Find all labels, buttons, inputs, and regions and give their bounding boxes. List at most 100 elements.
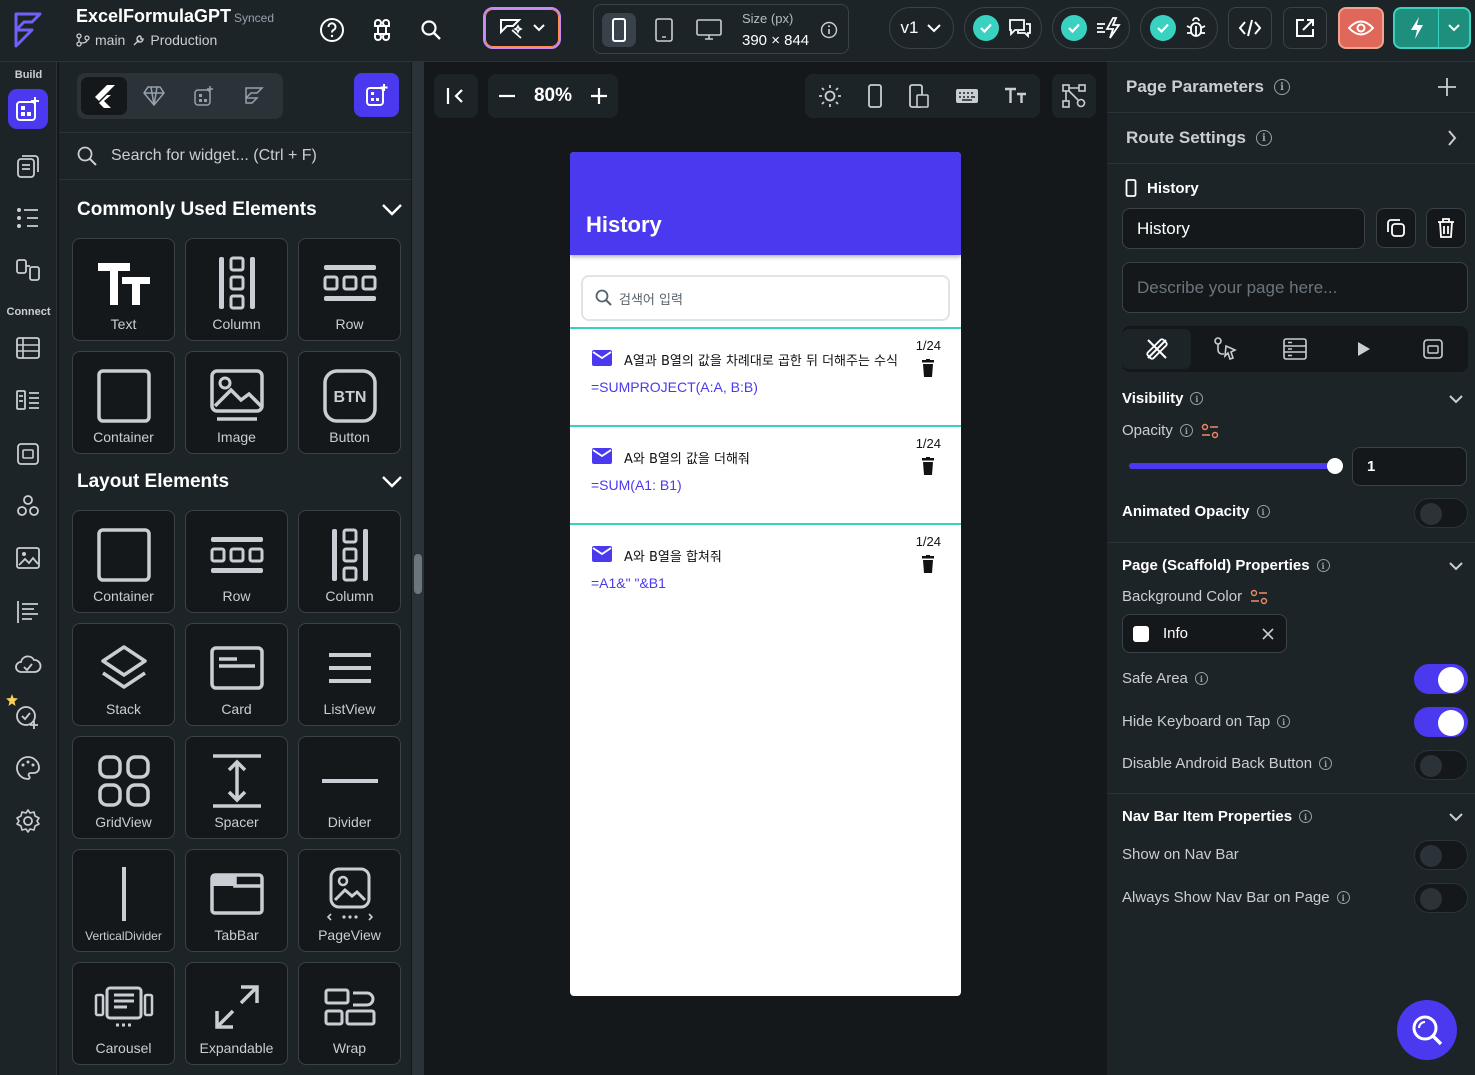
keyboard-icon[interactable] xyxy=(955,87,979,105)
storyboard-icon[interactable] xyxy=(8,250,48,290)
backend-query-tab-icon[interactable] xyxy=(1260,329,1329,369)
run-button[interactable] xyxy=(1393,7,1471,49)
duplicate-page-button[interactable] xyxy=(1376,208,1416,248)
widget-tile-stack[interactable]: Stack xyxy=(72,623,175,726)
clear-x-icon[interactable] xyxy=(1262,627,1274,640)
panel-scrollbar-thumb[interactable] xyxy=(414,554,422,594)
animated-opacity-toggle[interactable] xyxy=(1414,498,1468,528)
plus-icon[interactable] xyxy=(1437,77,1457,97)
phone-preview[interactable]: History 검색어 입력 A열과 B열의 값을 차례대로 곱한 뒤 더해주는… xyxy=(570,152,961,996)
animations-tab-icon[interactable] xyxy=(1330,329,1399,369)
widget-tile-button[interactable]: BTN Button xyxy=(298,351,401,454)
widget-tile-text[interactable]: Text xyxy=(72,238,175,341)
opacity-slider[interactable] xyxy=(1129,458,1343,474)
chevron-down-icon[interactable] xyxy=(1448,394,1464,404)
debug-status-button[interactable] xyxy=(1140,7,1218,49)
widget-search-input[interactable]: Search for widget... (Ctrl + F) xyxy=(59,132,411,180)
background-color-picker[interactable]: Info xyxy=(1122,614,1287,653)
route-settings-header[interactable]: Route Settings i xyxy=(1107,113,1475,164)
widget-tile-row[interactable]: Row xyxy=(298,238,401,341)
database-icon[interactable] xyxy=(8,328,48,368)
history-list-item[interactable]: A와 B열을 합쳐줘 =A1&" "&B1 1/24 xyxy=(570,523,961,611)
widget-palette-icon[interactable] xyxy=(8,89,48,129)
size-value[interactable]: 390 × 844 xyxy=(742,32,809,49)
chevron-down-icon[interactable] xyxy=(1448,812,1464,822)
opacity-slider-thumb[interactable] xyxy=(1327,458,1343,474)
opacity-value-input[interactable]: 1 xyxy=(1352,447,1467,486)
code-view-button[interactable] xyxy=(1228,7,1272,49)
page-state-tab-icon[interactable] xyxy=(1399,329,1468,369)
api-calls-icon[interactable] xyxy=(8,592,48,632)
widget-tile-container[interactable]: Container xyxy=(72,510,175,613)
add-widget-button[interactable] xyxy=(354,73,399,117)
settings-gear-icon[interactable] xyxy=(8,801,48,841)
zoom-in-icon[interactable] xyxy=(590,87,608,105)
always-nav-toggle[interactable] xyxy=(1414,883,1468,913)
disable-back-toggle[interactable] xyxy=(1414,750,1468,780)
page-name-input[interactable]: History xyxy=(1122,208,1365,249)
device-frame-icon[interactable] xyxy=(867,84,883,108)
widget-tile-wrap[interactable]: Wrap xyxy=(298,962,401,1065)
widget-tile-expandable[interactable]: Expandable xyxy=(185,962,288,1065)
show-nav-toggle[interactable] xyxy=(1414,840,1468,870)
layout-elements-header[interactable]: Layout Elements xyxy=(77,467,403,497)
widget-tile-column[interactable]: Column xyxy=(298,510,401,613)
ai-gen-button[interactable] xyxy=(483,7,561,49)
chat-status-button[interactable] xyxy=(964,7,1042,49)
chevron-down-icon[interactable] xyxy=(1439,9,1469,47)
history-list-item[interactable]: A열과 B열의 값을 차례대로 곱한 뒤 더해주는 수식 =SUMPROJECT(… xyxy=(570,327,961,415)
preview-button[interactable] xyxy=(1338,7,1384,49)
library-tab-icon[interactable] xyxy=(231,77,277,115)
widget-tile-pageview[interactable]: PageView xyxy=(298,849,401,952)
widget-tile-divider[interactable]: Divider xyxy=(298,736,401,839)
canvas-settings-button[interactable] xyxy=(1052,74,1096,118)
help-icon[interactable] xyxy=(316,14,348,46)
delete-trash-icon[interactable] xyxy=(921,555,935,573)
delete-page-button[interactable] xyxy=(1426,208,1466,248)
widget-tile-spacer[interactable]: Spacer xyxy=(185,736,288,839)
custom-code-icon[interactable] xyxy=(8,486,48,526)
version-selector[interactable]: v1 xyxy=(889,7,954,49)
widget-tile-tabbar[interactable]: TabBar xyxy=(185,849,288,952)
app-quality-icon[interactable] xyxy=(8,696,48,736)
media-assets-icon[interactable] xyxy=(8,538,48,578)
common-elements-header[interactable]: Commonly Used Elements xyxy=(77,195,403,225)
widget-tile-carousel[interactable]: Carousel xyxy=(72,962,175,1065)
desktop-mode-button[interactable] xyxy=(692,13,726,47)
history-search-input[interactable]: 검색어 입력 xyxy=(581,275,950,321)
page-description-input[interactable]: Describe your page here... xyxy=(1122,262,1468,313)
flutter-widgets-tab-icon[interactable] xyxy=(81,77,127,115)
widget-tile-container[interactable]: Container xyxy=(72,351,175,454)
light-mode-icon[interactable] xyxy=(818,84,842,108)
responsive-icon[interactable] xyxy=(908,84,930,108)
delete-trash-icon[interactable] xyxy=(921,359,935,377)
open-external-button[interactable] xyxy=(1283,7,1327,49)
chevron-down-icon[interactable] xyxy=(1448,561,1464,571)
pages-icon[interactable] xyxy=(8,146,48,186)
widget-tile-row[interactable]: Row xyxy=(185,510,288,613)
cloud-functions-icon[interactable] xyxy=(8,644,48,684)
widget-tile-image[interactable]: Image xyxy=(185,351,288,454)
components-tab-icon[interactable] xyxy=(181,77,227,115)
gem-tab-icon[interactable] xyxy=(131,77,177,115)
hide-keyboard-toggle[interactable] xyxy=(1414,707,1468,737)
search-icon[interactable] xyxy=(415,14,447,46)
text-scale-icon[interactable] xyxy=(1004,86,1028,106)
collapse-panel-button[interactable] xyxy=(434,74,478,118)
data-types-icon[interactable] xyxy=(8,380,48,420)
safe-area-toggle[interactable] xyxy=(1414,664,1468,694)
zoom-value[interactable]: 80% xyxy=(525,85,581,107)
command-icon[interactable] xyxy=(366,14,398,46)
actions-tab-icon[interactable] xyxy=(1191,329,1260,369)
history-list-item[interactable]: A와 B열의 값을 더해줘 =SUM(A1: B1) 1/24 xyxy=(570,425,961,513)
properties-tab-icon[interactable] xyxy=(1122,329,1192,369)
widget-tile-verticaldivider[interactable]: VerticalDivider xyxy=(72,849,175,952)
action-status-button[interactable] xyxy=(1052,7,1130,49)
widget-tree-icon[interactable] xyxy=(8,198,48,238)
widget-tile-card[interactable]: Card xyxy=(185,623,288,726)
variable-icon[interactable] xyxy=(1250,589,1268,605)
zoom-out-icon[interactable] xyxy=(498,94,516,98)
delete-trash-icon[interactable] xyxy=(921,457,935,475)
app-state-icon[interactable] xyxy=(8,434,48,474)
widget-tile-gridview[interactable]: GridView xyxy=(72,736,175,839)
